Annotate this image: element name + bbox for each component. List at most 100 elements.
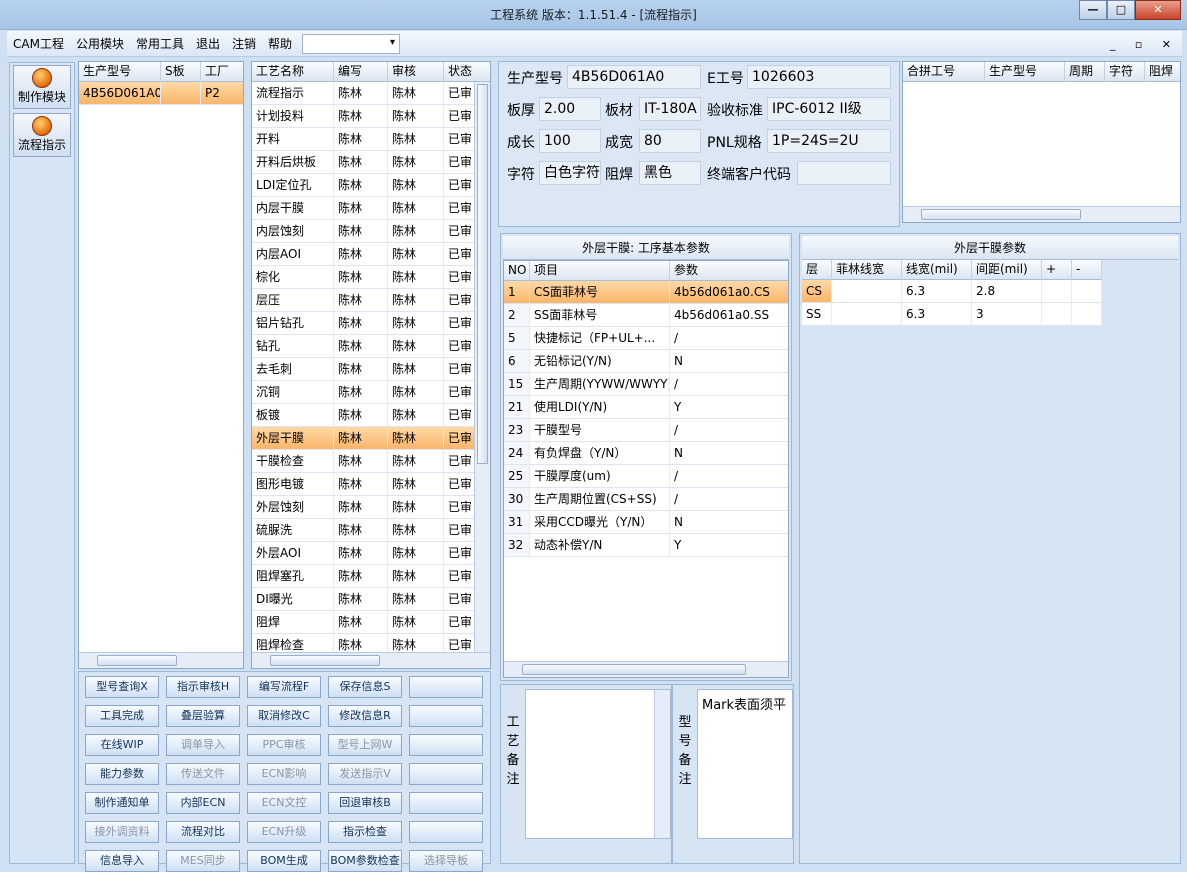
table-row[interactable]: 32 动态补偿Y/N Y: [504, 534, 788, 557]
col-merge-cycle[interactable]: 周期: [1065, 62, 1105, 82]
action-button[interactable]: 能力参数: [85, 763, 159, 785]
pnl-field[interactable]: 1P=24S=2U: [767, 129, 891, 153]
table-row[interactable]: 1 CS面菲林号 4b56d061a0.CS: [504, 281, 788, 304]
table-row[interactable]: 内层AOI 陈林 陈林 已审: [252, 243, 490, 266]
action-button[interactable]: 指示审核H: [166, 676, 240, 698]
table-row[interactable]: 15 生产周期(YYWW/WWYY) /: [504, 373, 788, 396]
table-row[interactable]: 钻孔 陈林 陈林 已审: [252, 335, 490, 358]
table-row[interactable]: 内层蚀刻 陈林 陈林 已审: [252, 220, 490, 243]
col-merge-mask[interactable]: 阻焊: [1145, 62, 1180, 82]
col-writer[interactable]: 编写: [334, 62, 388, 82]
menu-tools[interactable]: 常用工具: [130, 35, 190, 52]
process-grid-hscrollbar[interactable]: [252, 652, 490, 668]
action-button[interactable]: [409, 676, 483, 698]
solder-mask-field[interactable]: 黑色: [639, 161, 701, 185]
action-button[interactable]: 型号查询X: [85, 676, 159, 698]
table-row[interactable]: 沉铜 陈林 陈林 已审: [252, 381, 490, 404]
nav-make-module[interactable]: 制作模块: [13, 65, 71, 109]
character-field[interactable]: 白色字符: [539, 161, 601, 185]
table-row[interactable]: SS 6.3 3: [802, 303, 1102, 326]
table-row[interactable]: 硫脲洗 陈林 陈林 已审: [252, 519, 490, 542]
thickness-field[interactable]: 2.00: [539, 97, 601, 121]
table-row[interactable]: 外层蚀刻 陈林 陈林 已审: [252, 496, 490, 519]
table-row[interactable]: 30 生产周期位置(CS+SS) /: [504, 488, 788, 511]
action-button[interactable]: 修改信息R: [328, 705, 402, 727]
eno-field[interactable]: 1026603: [747, 65, 891, 89]
col-minus[interactable]: -: [1072, 260, 1102, 280]
action-button[interactable]: 取消修改C: [247, 705, 321, 727]
model-note-textarea[interactable]: Mark表面须平: [697, 689, 793, 839]
action-button[interactable]: [409, 705, 483, 727]
standard-field[interactable]: IPC-6012 II级: [767, 97, 891, 121]
action-button[interactable]: [409, 792, 483, 814]
col-no[interactable]: NO: [504, 261, 530, 281]
col-model[interactable]: 生产型号: [79, 62, 161, 82]
table-row[interactable]: 6 无铅标记(Y/N) N: [504, 350, 788, 373]
table-row[interactable]: DI曝光 陈林 陈林 已审: [252, 588, 490, 611]
action-button[interactable]: PPC审核: [247, 734, 321, 756]
action-button[interactable]: 发送指示V: [328, 763, 402, 785]
col-layer[interactable]: 层: [802, 260, 832, 280]
action-button[interactable]: 指示检查: [328, 821, 402, 843]
table-row[interactable]: 计划投料 陈林 陈林 已审: [252, 105, 490, 128]
action-button[interactable]: 叠层验算: [166, 705, 240, 727]
process-note-scrollbar[interactable]: [654, 690, 670, 838]
col-factory[interactable]: 工厂: [201, 62, 243, 82]
model-grid-hscrollbar[interactable]: [79, 652, 243, 668]
menu-cam[interactable]: CAM工程: [7, 35, 70, 52]
action-button[interactable]: [409, 821, 483, 843]
table-row[interactable]: 棕化 陈林 陈林 已审: [252, 266, 490, 289]
col-status[interactable]: 状态: [444, 62, 490, 82]
action-button[interactable]: 信息导入: [85, 850, 159, 872]
action-button[interactable]: BOM生成: [247, 850, 321, 872]
model-field[interactable]: 4B56D061A0: [567, 65, 701, 89]
table-row[interactable]: 24 有负焊盘（Y/N） N: [504, 442, 788, 465]
width-field[interactable]: 80: [639, 129, 701, 153]
material-field[interactable]: IT-180A: [639, 97, 701, 121]
action-button[interactable]: 调单导入: [166, 734, 240, 756]
action-button[interactable]: 传送文件: [166, 763, 240, 785]
process-note-textarea[interactable]: [525, 689, 671, 839]
menu-common-module[interactable]: 公用模块: [70, 35, 130, 52]
merge-grid-hscrollbar[interactable]: [903, 206, 1180, 222]
action-button[interactable]: MES同步: [166, 850, 240, 872]
menu-logout[interactable]: 注销: [226, 35, 262, 52]
action-button[interactable]: 编写流程F: [247, 676, 321, 698]
params-grid-hscrollbar[interactable]: [504, 661, 788, 677]
table-row[interactable]: 外层干膜 陈林 陈林 已审: [252, 427, 490, 450]
menu-exit[interactable]: 退出: [190, 35, 226, 52]
col-plus[interactable]: +: [1042, 260, 1072, 280]
action-button[interactable]: [409, 734, 483, 756]
action-button[interactable]: ECN影响: [247, 763, 321, 785]
table-row[interactable]: 阻焊 陈林 陈林 已审: [252, 611, 490, 634]
process-grid-vscrollbar[interactable]: [474, 82, 490, 654]
table-row[interactable]: 去毛刺 陈林 陈林 已审: [252, 358, 490, 381]
action-button[interactable]: 内部ECN: [166, 792, 240, 814]
table-row[interactable]: 板镀 陈林 陈林 已审: [252, 404, 490, 427]
action-button[interactable]: ECN升级: [247, 821, 321, 843]
col-merge-model[interactable]: 生产型号: [985, 62, 1065, 82]
table-row[interactable]: 层压 陈林 陈林 已审: [252, 289, 490, 312]
action-button[interactable]: 在线WIP: [85, 734, 159, 756]
col-reviewer[interactable]: 审核: [388, 62, 444, 82]
table-row[interactable]: 开料后烘板 陈林 陈林 已审: [252, 151, 490, 174]
action-button[interactable]: 型号上网W: [328, 734, 402, 756]
table-row[interactable]: 25 干膜厚度(um) /: [504, 465, 788, 488]
col-param[interactable]: 参数: [670, 261, 788, 281]
table-row[interactable]: 流程指示 陈林 陈林 已审: [252, 82, 490, 105]
col-process-name[interactable]: 工艺名称: [252, 62, 334, 82]
action-button[interactable]: 回退审核B: [328, 792, 402, 814]
action-button[interactable]: 接外调资料: [85, 821, 159, 843]
action-button[interactable]: BOM参数检查: [328, 850, 402, 872]
minimize-button[interactable]: —: [1079, 0, 1107, 20]
table-row[interactable]: 2 SS面菲林号 4b56d061a0.SS: [504, 304, 788, 327]
action-button[interactable]: 工具完成: [85, 705, 159, 727]
table-row[interactable]: 21 使用LDI(Y/N) Y: [504, 396, 788, 419]
col-merge-char[interactable]: 字符: [1105, 62, 1145, 82]
col-s-board[interactable]: S板: [161, 62, 201, 82]
action-button[interactable]: 制作通知单: [85, 792, 159, 814]
col-merge-no[interactable]: 合拼工号: [903, 62, 985, 82]
table-row[interactable]: 铝片钻孔 陈林 陈林 已审: [252, 312, 490, 335]
table-row[interactable]: 开料 陈林 陈林 已审: [252, 128, 490, 151]
action-button[interactable]: 保存信息S: [328, 676, 402, 698]
